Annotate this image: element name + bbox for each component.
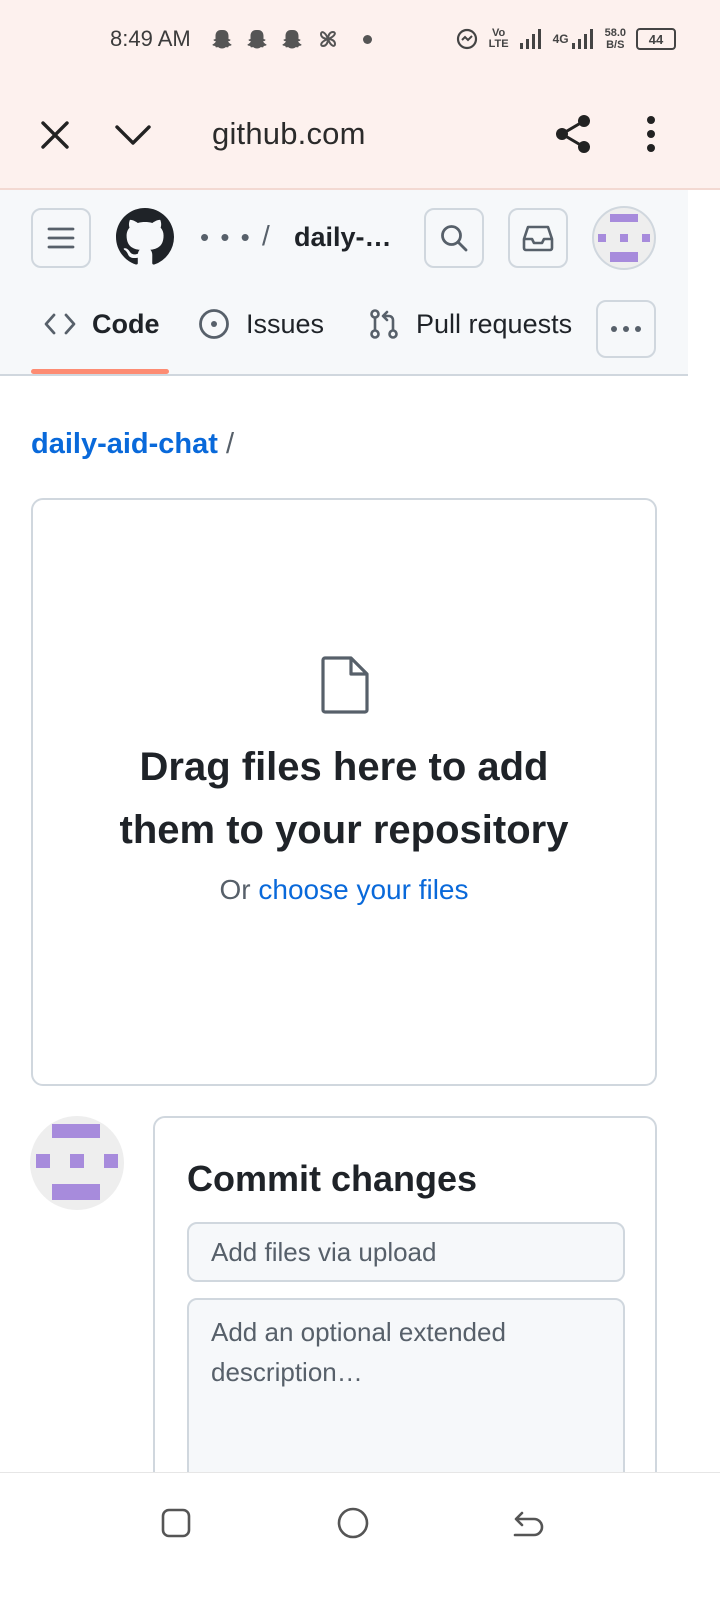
tab-code-label: Code bbox=[92, 308, 160, 339]
commit-title: Commit changes bbox=[187, 1158, 478, 1199]
tab-issues[interactable]: Issues bbox=[198, 294, 324, 354]
status-time: 8:49 AM bbox=[110, 26, 191, 51]
path-separator: / bbox=[226, 428, 235, 460]
address-bar-url[interactable]: github.com bbox=[212, 116, 366, 152]
avatar[interactable] bbox=[592, 206, 656, 270]
back-icon[interactable] bbox=[512, 1507, 546, 1539]
signal-icon-2 bbox=[571, 29, 593, 49]
browser-toolbar: github.com bbox=[0, 82, 720, 190]
pinwheel-icon bbox=[319, 30, 337, 48]
more-tabs-button[interactable] bbox=[596, 300, 656, 358]
snapchat-icon bbox=[212, 30, 232, 49]
dropzone-title-line1: Drag files here to add bbox=[139, 745, 549, 789]
inbox-icon bbox=[522, 225, 554, 252]
repo-link[interactable]: daily-aid-chat bbox=[31, 428, 218, 461]
identicon-icon bbox=[36, 1124, 118, 1200]
minimize-button[interactable] bbox=[102, 104, 164, 166]
github-logo-icon[interactable] bbox=[116, 208, 174, 266]
identicon-icon bbox=[598, 214, 650, 262]
commit-changes-panel: Commit changes Add files via upload Add … bbox=[153, 1116, 657, 1538]
recents-icon[interactable] bbox=[160, 1507, 192, 1539]
tab-pull-requests[interactable]: Pull requests bbox=[368, 294, 572, 354]
tab-issues-label: Issues bbox=[246, 308, 325, 339]
breadcrumb-separator: / bbox=[262, 220, 270, 251]
volte-label: Vo LTE bbox=[488, 27, 509, 50]
more-horizontal-icon bbox=[611, 326, 641, 332]
issue-icon bbox=[199, 309, 229, 339]
dropzone-title: Drag files here to add them to your repo… bbox=[33, 736, 655, 862]
status-right-group: Vo LTE 4G 58.0 B/S 44 bbox=[455, 24, 676, 54]
more-vertical-icon bbox=[647, 116, 655, 152]
battery-icon: 44 bbox=[636, 28, 676, 50]
tab-pull-requests-label: Pull requests bbox=[416, 308, 573, 339]
snapchat-icon bbox=[282, 30, 302, 49]
share-button[interactable] bbox=[542, 102, 604, 166]
network-type: 4G bbox=[552, 32, 569, 46]
hamburger-menu-icon bbox=[47, 227, 75, 249]
close-icon bbox=[41, 121, 69, 149]
dropzone-subtitle: Or choose your files bbox=[33, 874, 655, 906]
pull-request-icon bbox=[370, 309, 398, 339]
dropzone-title-line2: them to your repository bbox=[119, 808, 569, 852]
file-dropzone[interactable]: Drag files here to add them to your repo… bbox=[31, 498, 657, 1086]
close-tab-button[interactable] bbox=[24, 104, 86, 166]
network-speed: 58.0 B/S bbox=[605, 27, 626, 51]
choose-files-link[interactable]: choose your files bbox=[258, 874, 468, 905]
breadcrumb-ellipsis[interactable]: • • • bbox=[200, 222, 252, 253]
speed-unit: B/S bbox=[606, 39, 625, 51]
battery-level: 44 bbox=[648, 31, 664, 47]
commit-author-avatar bbox=[30, 1116, 124, 1210]
data-saver-icon bbox=[456, 28, 477, 50]
search-button[interactable] bbox=[424, 208, 484, 268]
more-options-button[interactable] bbox=[624, 102, 678, 166]
breadcrumb-repo[interactable]: daily-… bbox=[294, 222, 392, 253]
selected-tab-indicator bbox=[31, 369, 169, 374]
search-icon bbox=[441, 225, 468, 252]
share-icon bbox=[556, 115, 590, 153]
system-navigation-bar bbox=[0, 1472, 720, 1600]
home-icon[interactable] bbox=[336, 1506, 370, 1540]
signal-icon bbox=[519, 29, 541, 49]
chevron-down-icon bbox=[115, 125, 151, 145]
tab-code[interactable]: Code bbox=[44, 294, 160, 354]
speed-value: 58.0 bbox=[604, 27, 626, 39]
status-bar: 8:49 AM Vo LTE 4G 58.0 B/S 44 bbox=[0, 0, 720, 82]
global-menu-button[interactable] bbox=[31, 208, 91, 268]
snapchat-icon bbox=[247, 30, 267, 49]
code-icon bbox=[44, 313, 76, 335]
more-notifications-dot bbox=[363, 35, 372, 44]
file-icon bbox=[321, 656, 369, 714]
github-header: • • • / daily-… Code Issues Pull request… bbox=[0, 190, 688, 376]
or-text: Or bbox=[219, 874, 251, 905]
inbox-button[interactable] bbox=[508, 208, 568, 268]
commit-summary-input[interactable]: Add files via upload bbox=[187, 1222, 625, 1282]
